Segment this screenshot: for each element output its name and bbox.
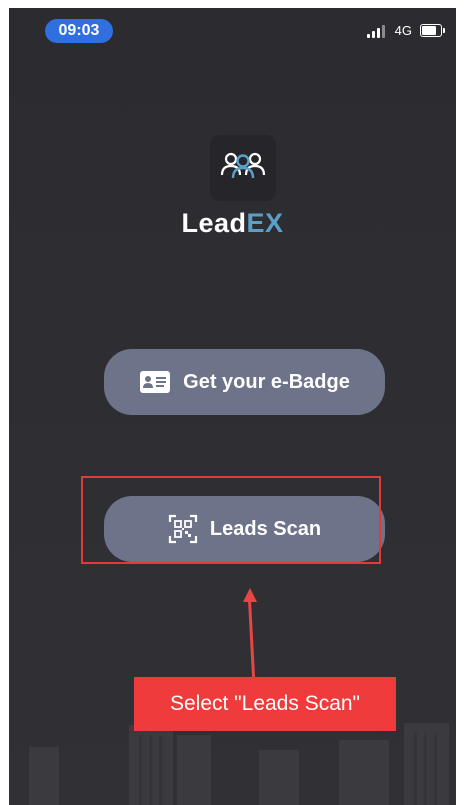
status-time: 09:03 [45,19,113,43]
app-name: LeadEX [9,208,456,239]
leads-scan-highlight-box [81,476,381,564]
signal-icon [366,22,389,38]
id-card-icon [139,370,171,394]
app-name-prefix: Lead [181,208,247,238]
get-ebadge-button[interactable]: Get your e-Badge [104,349,385,415]
annotation-callout: Select "Leads Scan" [134,677,396,731]
app-logo-icon [210,135,276,201]
app-name-accent: EX [246,208,284,238]
status-bar: 09:03 4G [9,8,456,54]
get-ebadge-label: Get your e-Badge [183,370,350,393]
status-indicators: 4G [366,22,445,38]
network-type: 4G [394,22,412,38]
battery-icon [420,23,445,37]
